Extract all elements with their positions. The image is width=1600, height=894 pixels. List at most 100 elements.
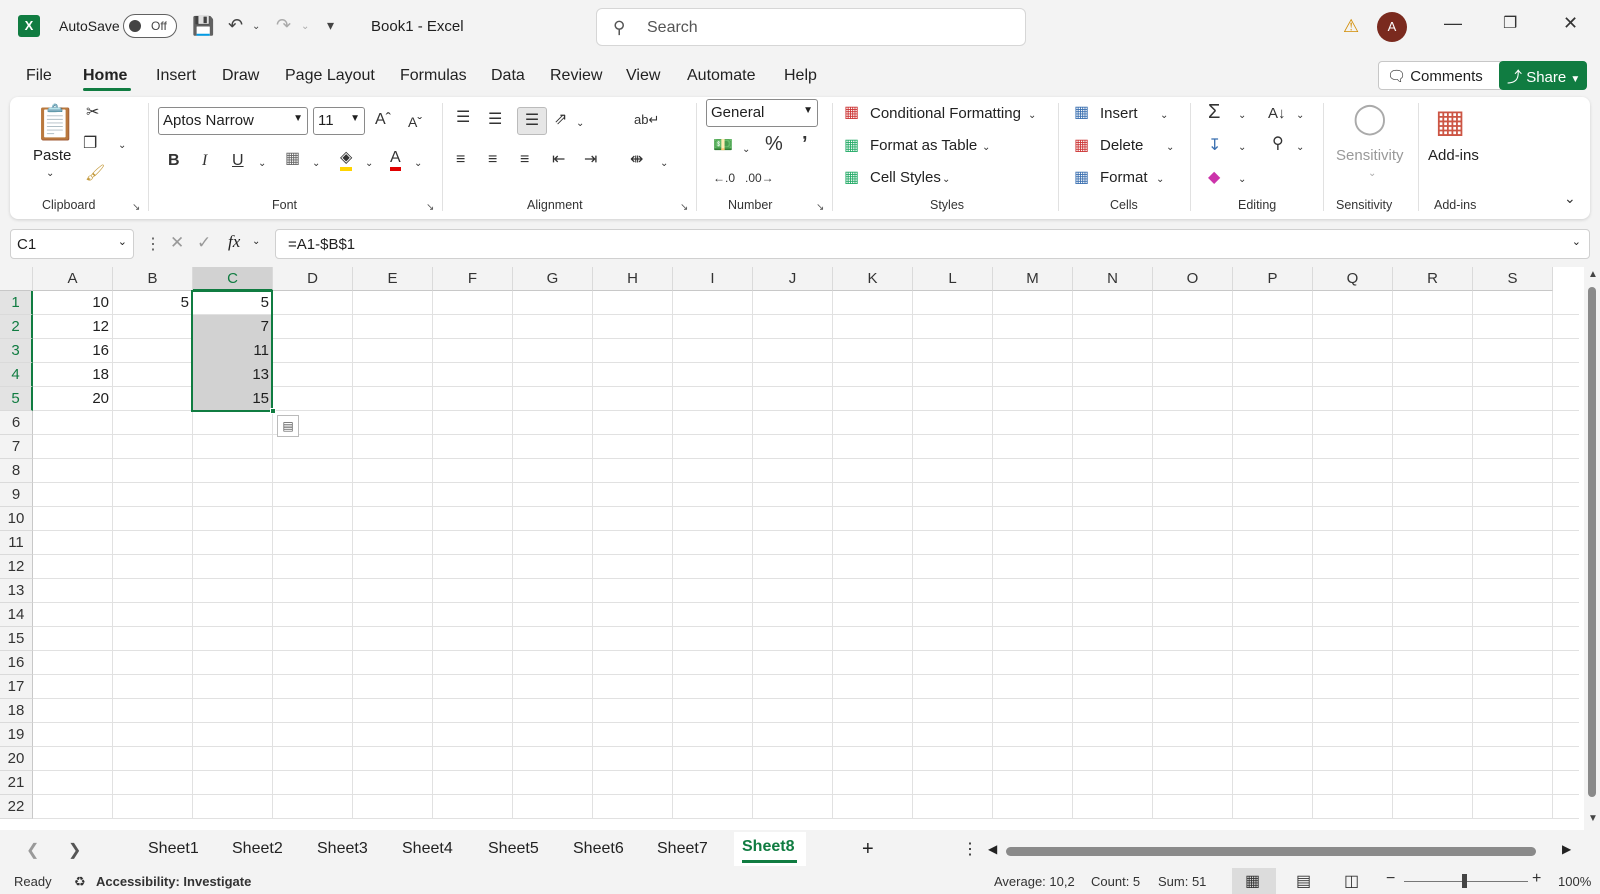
- row-header[interactable]: 18: [0, 699, 33, 723]
- row-header[interactable]: 7: [0, 435, 33, 459]
- cell-A4[interactable]: 18: [33, 363, 113, 387]
- italic-button[interactable]: I: [202, 152, 207, 170]
- row-header[interactable]: 22: [0, 795, 33, 819]
- row-header[interactable]: 16: [0, 651, 33, 675]
- scroll-left-icon[interactable]: ◀: [988, 842, 997, 856]
- tab-view[interactable]: View: [626, 67, 660, 85]
- decrease-indent-icon[interactable]: ⇤: [552, 151, 565, 169]
- scroll-down-icon[interactable]: ▼: [1588, 813, 1598, 824]
- format-as-table-icon[interactable]: ▦: [844, 137, 859, 155]
- tab-home[interactable]: Home: [83, 67, 127, 85]
- row-header[interactable]: 10: [0, 507, 33, 531]
- chevron-down-icon[interactable]: ⌄: [1156, 171, 1164, 189]
- find-dropdown-icon[interactable]: ⌄: [1296, 139, 1304, 157]
- cell-B1[interactable]: 5: [113, 291, 193, 315]
- autosum-dropdown-icon[interactable]: ⌄: [1238, 107, 1246, 125]
- share-button[interactable]: ⤴ Share ▼: [1499, 61, 1587, 90]
- font-name-select[interactable]: Aptos Narrow ▼: [158, 107, 308, 135]
- clear-dropdown-icon[interactable]: ⌄: [1238, 171, 1246, 189]
- align-center-icon[interactable]: ≡: [488, 151, 497, 169]
- bold-button[interactable]: B: [168, 152, 180, 170]
- row-header[interactable]: 14: [0, 603, 33, 627]
- warning-icon[interactable]: ⚠: [1343, 16, 1359, 37]
- number-format-select[interactable]: General ▼: [706, 99, 818, 127]
- fill-color-dropdown-icon[interactable]: ⌄: [365, 155, 373, 173]
- tab-data[interactable]: Data: [491, 67, 525, 85]
- sheet-tab[interactable]: Sheet6: [573, 840, 624, 858]
- conditional-formatting-icon[interactable]: ▦: [844, 104, 859, 122]
- font-color-icon[interactable]: A: [390, 149, 401, 171]
- chevron-down-icon[interactable]: ⌄: [1160, 107, 1168, 125]
- redo-dropdown-icon[interactable]: ⌄: [301, 17, 309, 37]
- sensitivity-button[interactable]: Sensitivity: [1336, 147, 1404, 164]
- more-options-icon[interactable]: ⋮: [145, 234, 161, 254]
- column-header[interactable]: S: [1473, 267, 1553, 291]
- cell-A2[interactable]: 12: [33, 315, 113, 339]
- scroll-right-icon[interactable]: ▶: [1562, 842, 1571, 856]
- conditional-formatting-button[interactable]: Conditional Formatting: [870, 105, 1021, 122]
- horizontal-scrollbar[interactable]: [1006, 847, 1536, 856]
- column-header[interactable]: R: [1393, 267, 1473, 291]
- row-header[interactable]: 20: [0, 747, 33, 771]
- search-box[interactable]: ⚲ Search: [596, 8, 1026, 46]
- delete-cells-button[interactable]: Delete: [1100, 137, 1143, 154]
- column-header[interactable]: E: [353, 267, 433, 291]
- row-header[interactable]: 6: [0, 411, 33, 435]
- merge-center-icon[interactable]: ⇼: [630, 151, 643, 169]
- fill-color-icon[interactable]: ◈: [340, 149, 353, 171]
- delete-cells-icon[interactable]: ▦: [1074, 137, 1089, 155]
- cell-styles-icon[interactable]: ▦: [844, 169, 859, 187]
- tab-draw[interactable]: Draw: [222, 67, 259, 85]
- chevron-down-icon[interactable]: ⌄: [982, 139, 990, 157]
- column-header[interactable]: L: [913, 267, 993, 291]
- column-header[interactable]: C: [193, 267, 273, 291]
- align-top-icon[interactable]: ☰: [456, 109, 470, 127]
- tab-automate[interactable]: Automate: [687, 67, 755, 85]
- sort-filter-dropdown-icon[interactable]: ⌄: [1296, 107, 1304, 125]
- row-header[interactable]: 12: [0, 555, 33, 579]
- row-header[interactable]: 5: [0, 387, 33, 411]
- font-size-select[interactable]: 11 ▼: [313, 107, 365, 135]
- cancel-icon[interactable]: ✕: [170, 233, 184, 253]
- align-bottom-icon[interactable]: ☰: [517, 107, 547, 135]
- orientation-dropdown-icon[interactable]: ⌄: [576, 115, 584, 133]
- cell-A3[interactable]: 16: [33, 339, 113, 363]
- cell-styles-button[interactable]: Cell Styles: [870, 169, 941, 186]
- decrease-font-icon[interactable]: Aˇ: [408, 113, 422, 131]
- borders-dropdown-icon[interactable]: ⌄: [312, 155, 320, 173]
- zoom-out-icon[interactable]: −: [1386, 870, 1395, 888]
- sheet-tab[interactable]: Sheet5: [488, 840, 539, 858]
- zoom-in-icon[interactable]: +: [1532, 870, 1541, 888]
- accounting-format-icon[interactable]: 💵: [713, 137, 733, 155]
- copy-dropdown-icon[interactable]: ⌄: [118, 137, 126, 155]
- zoom-level[interactable]: 100%: [1558, 874, 1591, 889]
- column-header[interactable]: B: [113, 267, 193, 291]
- copy-icon[interactable]: ❐: [83, 135, 97, 153]
- cell-A1[interactable]: 10: [33, 291, 113, 315]
- sheet-tab[interactable]: Sheet3: [317, 840, 368, 858]
- row-header[interactable]: 15: [0, 627, 33, 651]
- column-header[interactable]: P: [1233, 267, 1313, 291]
- sheet-tab[interactable]: Sheet2: [232, 840, 283, 858]
- minimize-icon[interactable]: —: [1444, 13, 1462, 34]
- column-header[interactable]: J: [753, 267, 833, 291]
- worksheet-grid[interactable]: A B C D E F G H I J K L M N O P Q R S 1 2 3 4 5 6 7 8 9 10 11 12 13 14 15…: [0, 267, 1600, 830]
- row-header[interactable]: 13: [0, 579, 33, 603]
- sensitivity-icon[interactable]: ◯: [1353, 103, 1387, 135]
- format-cells-button[interactable]: Format: [1100, 169, 1148, 186]
- save-icon[interactable]: 💾: [192, 16, 214, 36]
- tab-formulas[interactable]: Formulas: [400, 67, 467, 85]
- sort-filter-icon[interactable]: A↓: [1268, 105, 1286, 123]
- normal-view-icon[interactable]: ▦: [1245, 871, 1260, 891]
- column-header[interactable]: D: [273, 267, 353, 291]
- vertical-scrollbar[interactable]: [1588, 287, 1596, 797]
- underline-dropdown-icon[interactable]: ⌄: [258, 155, 266, 173]
- column-header[interactable]: G: [513, 267, 593, 291]
- sensitivity-dropdown-icon[interactable]: ⌄: [1368, 165, 1376, 183]
- column-header[interactable]: O: [1153, 267, 1233, 291]
- insert-cells-button[interactable]: Insert: [1100, 105, 1138, 122]
- row-header[interactable]: 1: [0, 291, 33, 315]
- redo-icon[interactable]: ↷: [276, 15, 291, 35]
- increase-indent-icon[interactable]: ⇥: [584, 151, 597, 169]
- format-cells-icon[interactable]: ▦: [1074, 169, 1089, 187]
